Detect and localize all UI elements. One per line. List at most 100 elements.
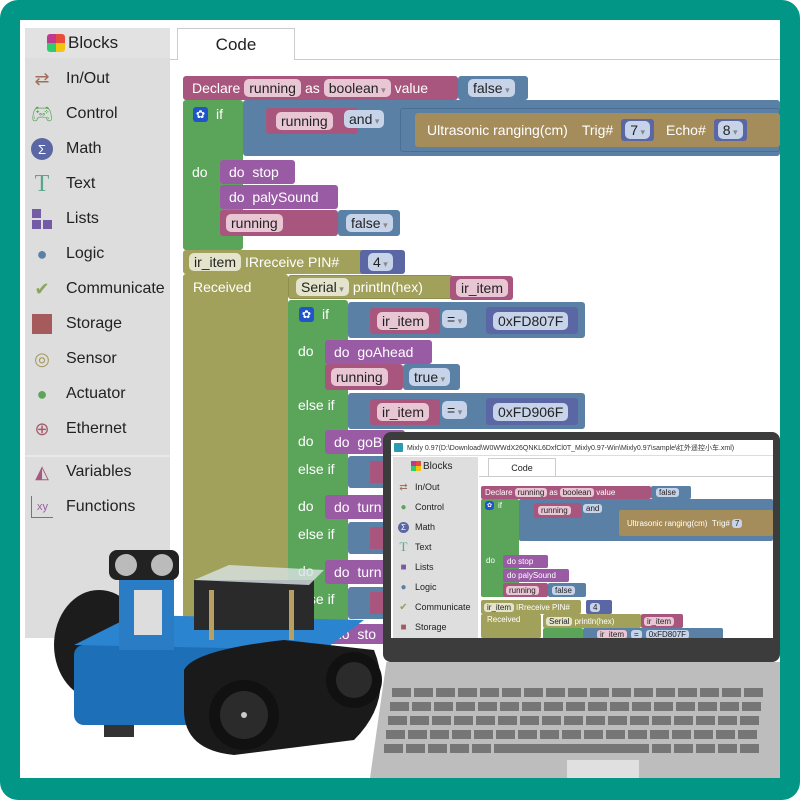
and-dropdown[interactable]: and	[344, 110, 385, 128]
declare-value-dropdown[interactable]: false	[468, 79, 515, 97]
cond2-op-dropdown[interactable]: =	[442, 401, 468, 419]
inner-if-label-row: ✿ if	[299, 306, 329, 322]
bulb-icon: ●	[36, 243, 48, 264]
sidebar-item-text[interactable]: T Text	[25, 169, 170, 199]
sidebar-item-ethernet[interactable]: ⊕ Ethernet	[25, 414, 170, 444]
mini-running-block[interactable]: running	[534, 503, 582, 518]
keyboard-key	[584, 730, 603, 739]
mini-false-block[interactable]: false	[651, 486, 691, 499]
keyboard-key	[654, 702, 673, 711]
sidebar-item-logic[interactable]: ● Logic	[25, 239, 170, 269]
mini-println-var[interactable]: ir_item	[641, 614, 683, 628]
keyboard-key	[698, 702, 717, 711]
call-palysound-block[interactable]: do palySound	[220, 185, 338, 209]
declare-value-block[interactable]: false	[458, 76, 528, 100]
arrows-icon: ⇄	[34, 68, 50, 89]
mini-declare-block[interactable]: Declare running as boolean value	[481, 486, 651, 499]
keyboard-key	[694, 730, 713, 739]
false-value-block[interactable]: false	[338, 210, 400, 236]
if-label-row: ✿ if	[193, 106, 223, 122]
sidebar-item-functions[interactable]: xy Functions	[25, 492, 170, 522]
keyboard-key	[652, 744, 671, 753]
call-goahead-block[interactable]: do goAhead	[325, 340, 432, 364]
mini-sidebar-item[interactable]: ■ Lists	[393, 558, 478, 576]
gear-icon: ✿	[485, 501, 494, 510]
sidebar-item-inout[interactable]: ⇄ In/Out	[25, 64, 170, 94]
mini-sidebar-item[interactable]: ● Logic	[393, 578, 478, 596]
false-dropdown[interactable]: false	[346, 214, 393, 232]
keyboard-key	[502, 688, 521, 697]
pin-block[interactable]: 4	[360, 250, 405, 274]
keyboard-key	[678, 688, 697, 697]
mini-sidebar-item[interactable]: ● Control	[393, 498, 478, 516]
mini-serial-block[interactable]: Serial println(hex)	[543, 614, 641, 628]
toolbox-header: Blocks	[25, 28, 170, 58]
keyboard-key	[718, 744, 737, 753]
keyboard-key	[716, 730, 735, 739]
mini-palysound-block[interactable]: do palySound	[503, 569, 569, 582]
sidebar-item-actuator[interactable]: ● Actuator	[25, 379, 170, 409]
sidebar-item-lists[interactable]: Lists	[25, 204, 170, 234]
lists-icon	[31, 208, 53, 230]
keyboard-key	[652, 716, 671, 725]
mini-pin-block[interactable]: 4	[586, 600, 612, 614]
mini-tab-code[interactable]: Code	[488, 458, 556, 476]
cond1-var-block[interactable]: ir_item	[370, 308, 440, 334]
mini-sidebar-item[interactable]: ■ Storage	[393, 618, 478, 636]
sidebar-item-control[interactable]: 🎮︎ Control	[25, 99, 170, 129]
call-stop-block[interactable]: do stop	[220, 160, 295, 184]
mini-inner-if[interactable]	[543, 628, 583, 638]
mini-stop-block[interactable]: do stop	[503, 555, 548, 568]
keyboard-key	[544, 702, 563, 711]
println-var-block[interactable]: ir_item	[450, 276, 513, 300]
serial-println-block[interactable]: Serial println(hex)	[288, 275, 453, 299]
ultrasonic-block[interactable]: Ultrasonic ranging(cm) Trig# 7 Echo# 8	[415, 113, 780, 147]
keyboard-key	[520, 716, 539, 725]
spacebar-key	[494, 744, 649, 753]
arrows-icon: ⇄	[399, 481, 408, 493]
keyboard-key	[456, 702, 475, 711]
keyboard-key	[458, 688, 477, 697]
sidebar-item-sensor[interactable]: ◎ Sensor	[25, 344, 170, 374]
mini-sidebar-item[interactable]: T Text	[393, 538, 478, 556]
true-value-block[interactable]: true	[403, 364, 460, 390]
keyboard-key	[674, 744, 693, 753]
set-running-true-block[interactable]: running	[325, 364, 403, 390]
keyboard-row	[386, 730, 757, 739]
trig-dropdown[interactable]: 7	[625, 121, 651, 139]
mini-compare-block[interactable]: ir_item = 0xFD807F	[583, 628, 723, 638]
gear-icon[interactable]: ✿	[299, 306, 314, 322]
standoff	[289, 590, 294, 640]
keyboard-key	[586, 716, 605, 725]
sidebar-item-storage[interactable]: Storage	[25, 309, 170, 339]
declare-var[interactable]: running	[244, 79, 301, 97]
cond1-value-block[interactable]: 0xFD807F	[486, 307, 578, 334]
sidebar-item-variables[interactable]: ◭ Variables	[25, 457, 170, 487]
cond2-value-block[interactable]: 0xFD906F	[486, 398, 578, 425]
sidebar-item-math[interactable]: Σ Math	[25, 134, 170, 164]
cond2-var-block[interactable]: ir_item	[370, 399, 440, 425]
mini-irreceive-block[interactable]: ir_item IRreceive PIN#	[481, 600, 581, 614]
keyboard-key	[628, 730, 647, 739]
ir-var[interactable]: ir_item	[189, 253, 242, 271]
pin-dropdown[interactable]: 4	[368, 253, 393, 271]
sidebar-item-communicate[interactable]: ✔ Communicate	[25, 274, 170, 304]
serial-dropdown[interactable]: Serial	[296, 278, 349, 296]
cond1-op-dropdown[interactable]: =	[442, 310, 468, 328]
declare-block[interactable]: Declare running as boolean value	[183, 76, 458, 100]
set-running-block[interactable]: running	[220, 210, 338, 236]
mini-received-label: Received	[487, 615, 521, 624]
tab-code[interactable]: Code	[177, 28, 295, 60]
sigma-icon: Σ	[31, 138, 53, 160]
true-dropdown[interactable]: true	[409, 368, 451, 386]
declare-type-dropdown[interactable]: boolean	[323, 79, 391, 97]
mini-sidebar-item[interactable]: ⇄ In/Out	[393, 478, 478, 496]
mini-sidebar-item[interactable]: Σ Math	[393, 518, 478, 536]
echo-dropdown[interactable]: 8	[717, 121, 743, 139]
mini-sidebar-item[interactable]: ✔ Communicate	[393, 598, 478, 616]
mini-set-running-block[interactable]: running	[503, 583, 548, 597]
mini-ultrasonic-block[interactable]: Ultrasonic ranging(cm) Trig# 7	[619, 510, 773, 536]
gear-icon[interactable]: ✿	[193, 106, 208, 122]
elseif-label-2: else if	[298, 461, 335, 477]
mini-false-value[interactable]: false	[548, 583, 586, 597]
